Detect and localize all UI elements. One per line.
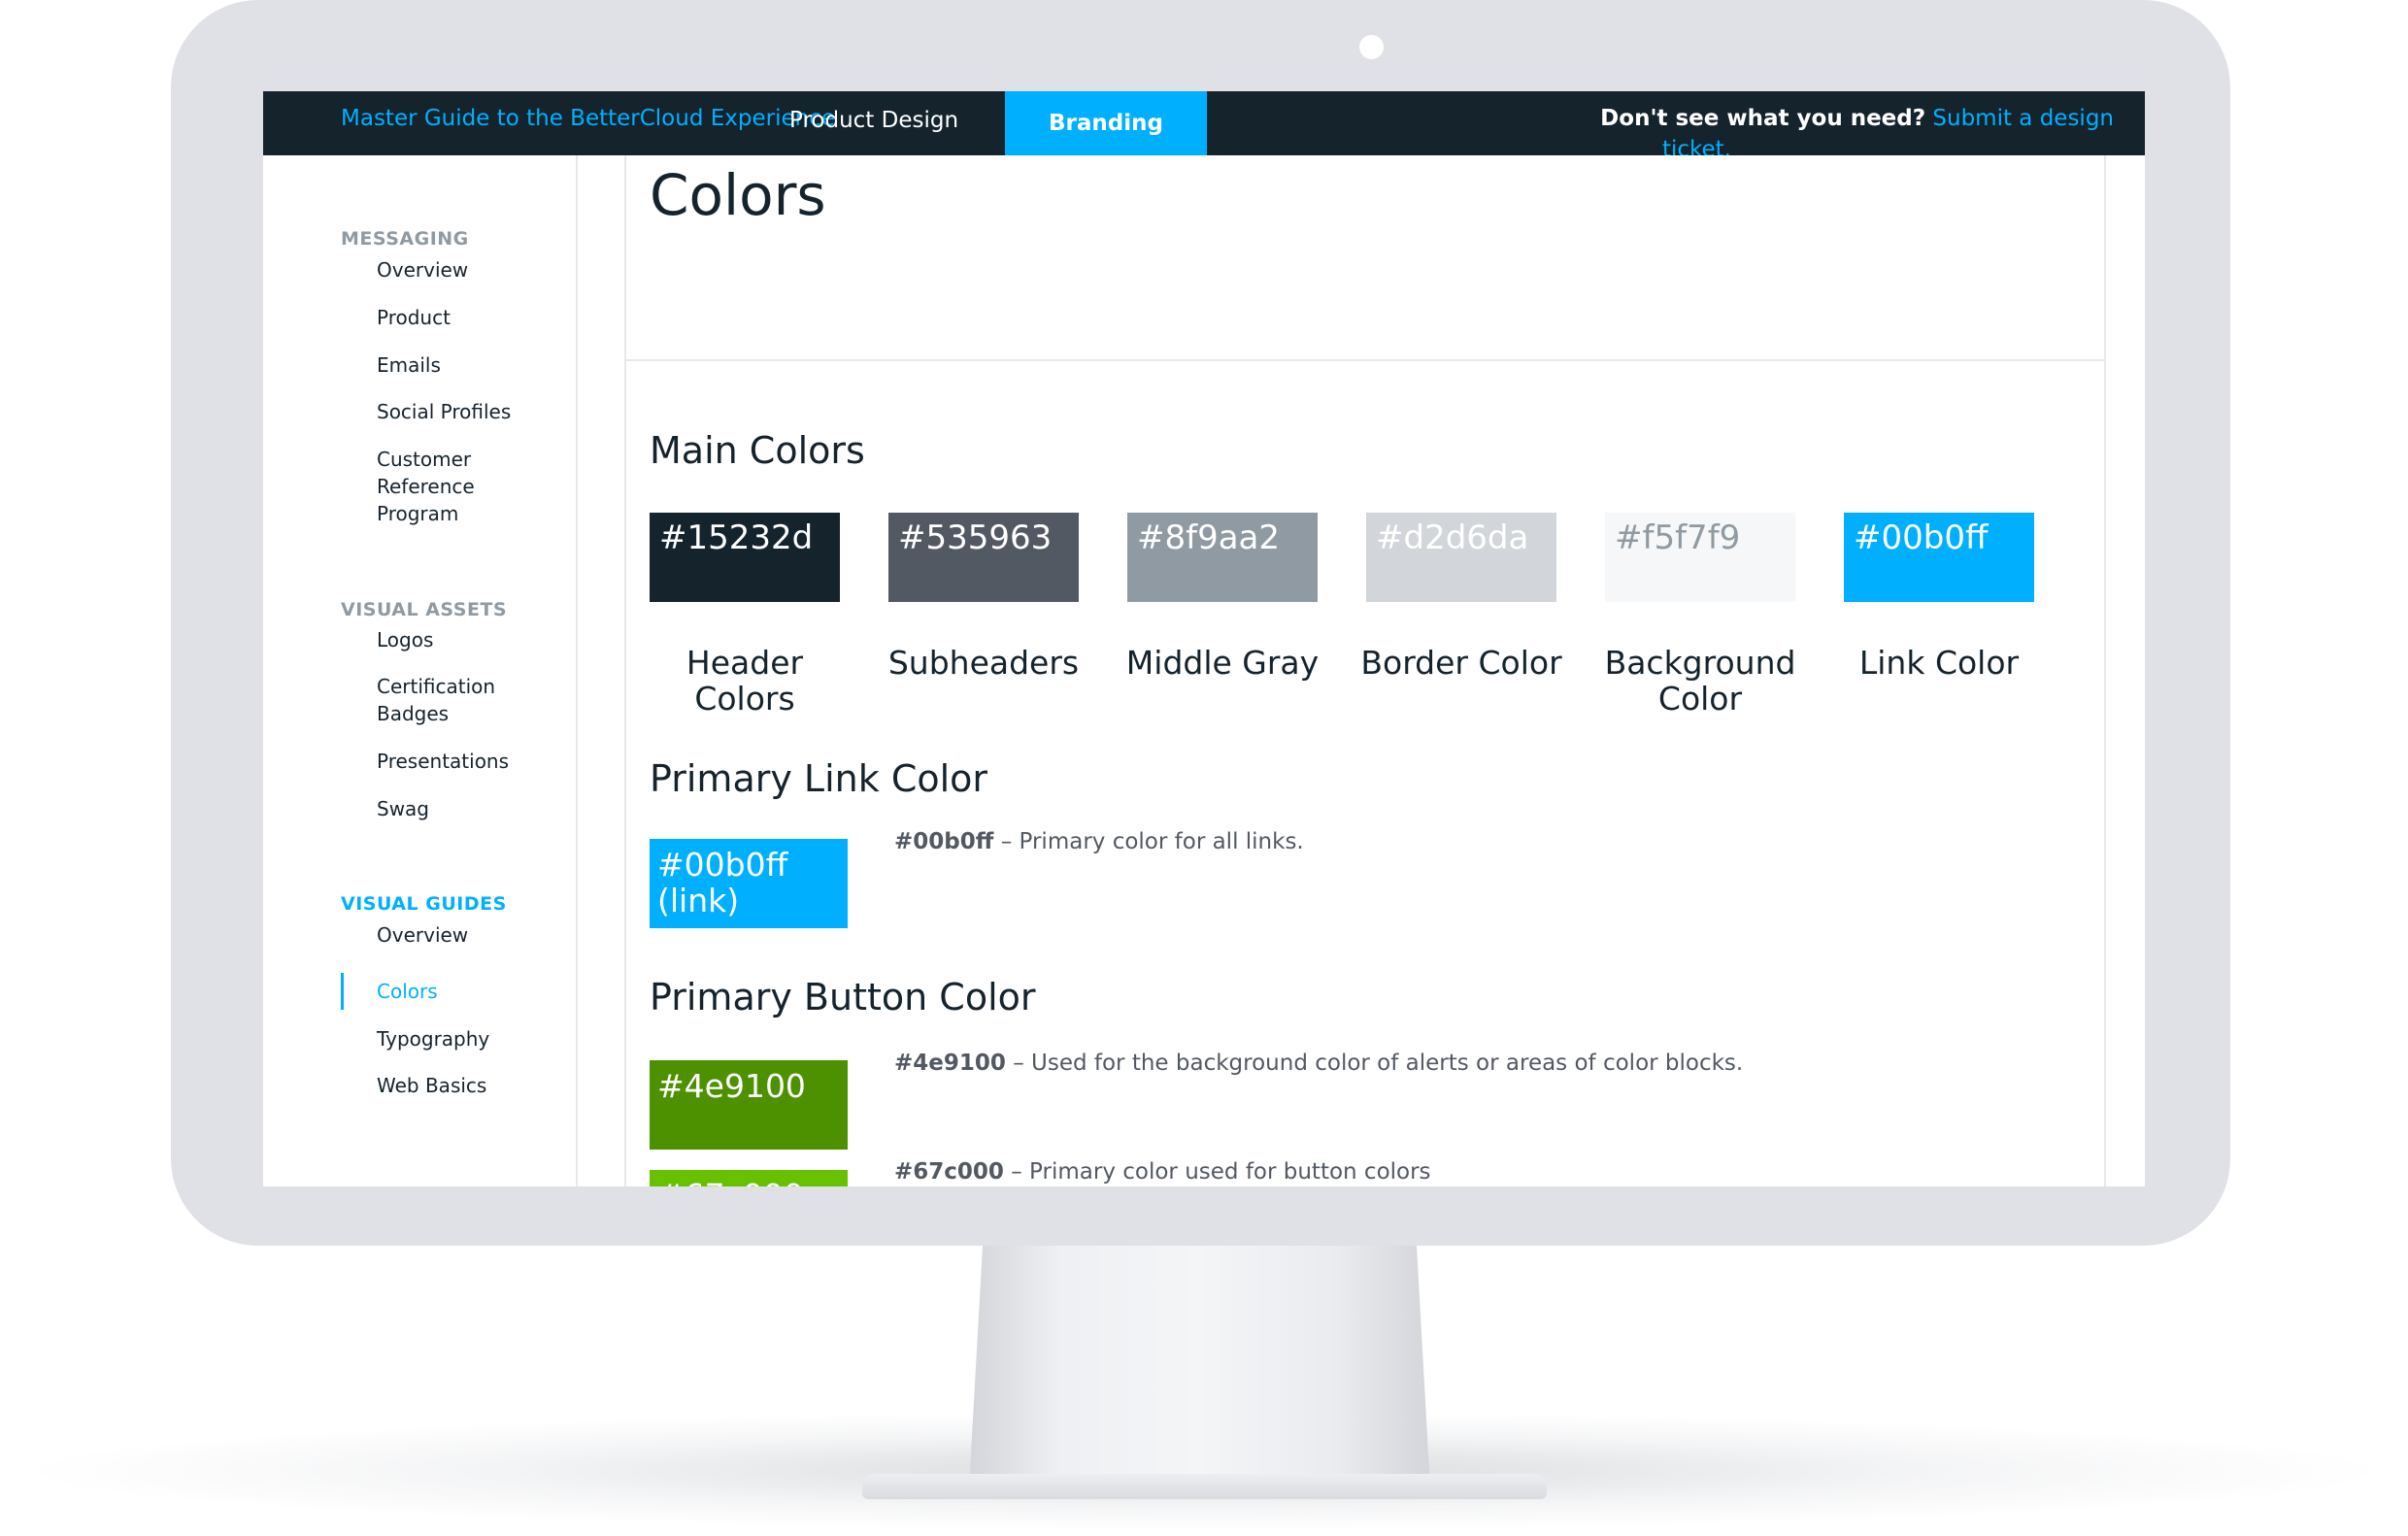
nav-home-link[interactable]: Master Guide to the BetterCloud Experien… [341,106,835,131]
color-swatch-hex: #8f9aa2 [1137,518,1281,557]
color-swatch-label: Border Color [1360,644,1562,682]
button-color-code: #67c000 [894,1159,1004,1185]
sidebar-item-swag[interactable]: Swag [377,795,561,822]
main-colors-heading: Main Colors [650,429,865,472]
color-swatch-hex: #d2d6da [1376,518,1529,557]
sidebar-heading-visual-guides: VISUAL GUIDES [341,893,507,915]
color-swatch: #f5f7f9 [1605,513,1795,602]
color-swatch-hex: #15232d [659,518,814,557]
color-swatch-hex: #00b0ff [1854,518,1989,557]
link-color-block: #00b0ff (link) [650,839,848,928]
alert-color-block: #4e9100 [650,1060,848,1150]
color-swatch-hex: #535963 [898,518,1053,557]
sidebar-item-customer-reference-program[interactable]: Customer Reference Program [377,446,503,527]
sidebar-item-logos[interactable]: Logos [377,626,561,653]
sidebar-heading-messaging: MESSAGING [341,228,469,250]
nav-branding-tab[interactable]: Branding [1005,91,1207,155]
button-color-description: #67c000 – Primary color used for button … [894,1159,1431,1185]
nav-branding-label: Branding [1049,111,1163,136]
page-title: Colors [650,162,826,228]
color-swatch: #d2d6da [1366,513,1556,602]
color-swatch: #535963 [888,513,1079,602]
sidebar-item-presentations[interactable]: Presentations [377,748,561,775]
sidebar-item-social-profiles[interactable]: Social Profiles [377,398,561,425]
color-swatch: #8f9aa2 [1127,513,1318,602]
color-swatch-label: Link Color [1858,644,2020,682]
color-swatch-label: Subheaders [887,644,1080,682]
alert-color-description: #4e9100 – Used for the background color … [894,1051,1743,1076]
color-swatch: #00b0ff [1844,513,2034,602]
monitor-stand-base [862,1474,1547,1499]
color-swatch-label: Middle Gray [1125,644,1320,682]
help-question: Don't see what you need? [1600,106,1926,131]
primary-button-heading: Primary Button Color [650,976,1036,1018]
monitor-screen: Master Guide to the BetterCloud Experien… [263,91,2145,1186]
title-divider [626,359,2104,361]
main-content: Colors Main Colors #15232d Header Colors #… [624,155,2106,1186]
active-indicator [341,973,344,1010]
link-color-description: #00b0ff – Primary color for all links. [894,829,1304,854]
color-swatch-label: Header Colors [686,644,804,718]
submit-ticket-link[interactable]: Submit a design [1932,106,2114,131]
sidebar-item-web-basics[interactable]: Web Basics [377,1072,561,1099]
button-color-block: #67c000 (primary) [650,1170,848,1186]
button-color-block-text: #67c000 (primary) [657,1178,848,1186]
alert-color-code: #4e9100 [894,1051,1006,1076]
sidebar-item-product[interactable]: Product [377,304,561,331]
sidebar-item-emails[interactable]: Emails [377,351,561,379]
primary-link-heading: Primary Link Color [650,757,988,800]
monitor-stand-neck [969,1246,1430,1488]
nav-help: Don't see what you need? Submit a design [1600,106,2114,131]
alert-color-desc-text: – Used for the background color of alert… [1005,1051,1744,1076]
sidebar-item-guides-overview[interactable]: Overview [377,921,561,949]
button-color-desc-text: – Primary color used for button colors [1003,1159,1431,1185]
sidebar-item-typography[interactable]: Typography [377,1025,561,1052]
camera-icon [1359,35,1384,59]
link-color-desc-text: – Primary color for all links. [993,829,1304,854]
sidebar: MESSAGING Overview Product Emails Social… [263,155,578,1186]
color-swatch-hex: #f5f7f9 [1615,518,1741,557]
nav-product-design[interactable]: Product Design [789,108,958,133]
link-color-block-text: #00b0ff (link) [657,846,788,919]
alert-color-block-text: #4e9100 [657,1067,806,1105]
sidebar-heading-visual-assets: VISUAL ASSETS [341,599,508,620]
link-color-code: #00b0ff [894,829,994,854]
top-nav: Master Guide to the BetterCloud Experien… [263,91,2145,155]
color-swatch: #15232d [650,513,840,602]
sidebar-item-overview[interactable]: Overview [377,256,561,284]
color-swatch-label: Background Color [1604,644,1796,718]
sidebar-item-certification-badges[interactable]: Certification Badges [377,673,522,727]
sidebar-item-colors[interactable]: Colors [377,978,561,1005]
